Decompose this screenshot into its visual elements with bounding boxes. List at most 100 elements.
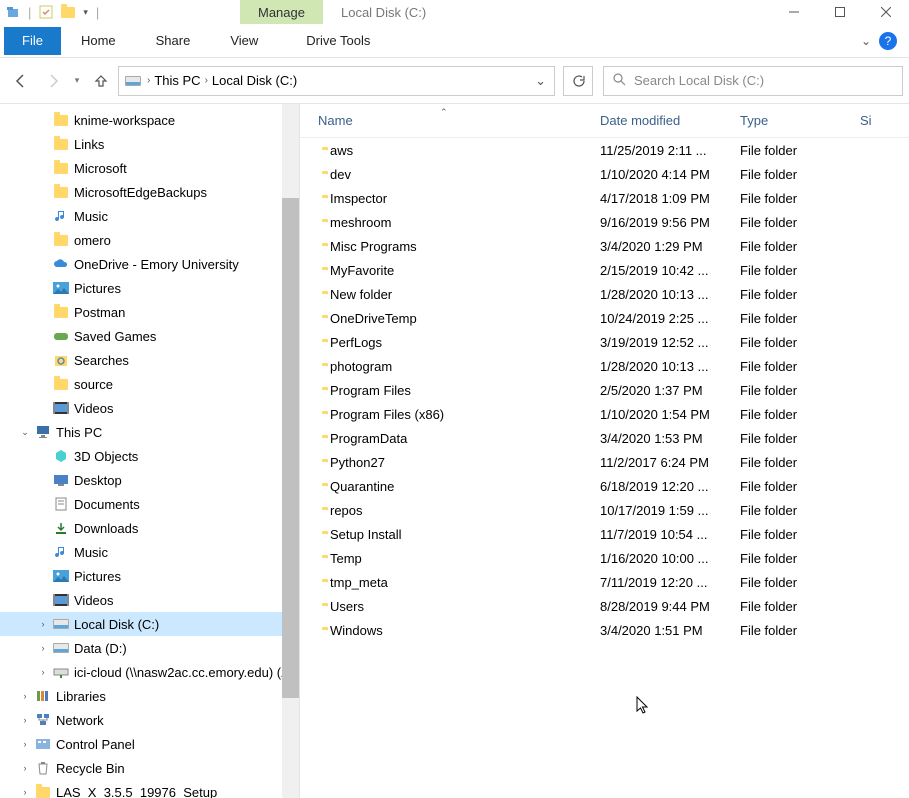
file-row[interactable]: Users8/28/2019 9:44 PMFile folder — [300, 594, 909, 618]
folder-icon[interactable] — [61, 5, 75, 19]
tree-node[interactable]: ›LAS_X_3.5.5_19976_Setup — [0, 780, 299, 798]
tree-node[interactable]: source — [0, 372, 299, 396]
address-dropdown-icon[interactable]: ⌄ — [531, 73, 550, 89]
tree-node[interactable]: Links — [0, 132, 299, 156]
file-type: File folder — [740, 503, 860, 518]
col-header-date[interactable]: Date modified — [600, 113, 740, 128]
file-row[interactable]: Program Files2/5/2020 1:37 PMFile folder — [300, 378, 909, 402]
file-date: 8/28/2019 9:44 PM — [600, 599, 740, 614]
recent-dropdown[interactable]: ▾ — [70, 66, 84, 96]
tree-node[interactable]: Pictures — [0, 276, 299, 300]
expand-icon[interactable]: › — [38, 667, 48, 677]
file-tab[interactable]: File — [4, 27, 61, 55]
tree-node[interactable]: knime-workspace — [0, 108, 299, 132]
file-type: File folder — [740, 335, 860, 350]
tree-node[interactable]: Videos — [0, 396, 299, 420]
tree-node[interactable]: ›Libraries — [0, 684, 299, 708]
tree-node[interactable]: Music — [0, 204, 299, 228]
drive-tools-tab[interactable]: Drive Tools — [294, 33, 382, 48]
file-row[interactable]: OneDriveTemp10/24/2019 2:25 ...File fold… — [300, 306, 909, 330]
expand-icon[interactable]: › — [20, 763, 30, 773]
crumb-this-pc[interactable]: This PC — [150, 73, 204, 88]
expand-icon[interactable]: ⌄ — [20, 427, 30, 438]
file-row[interactable]: aws11/25/2019 2:11 ...File folder — [300, 138, 909, 162]
file-row[interactable]: Program Files (x86)1/10/2020 1:54 PMFile… — [300, 402, 909, 426]
expand-icon[interactable]: › — [20, 691, 30, 701]
tree-node[interactable]: Microsoft — [0, 156, 299, 180]
forward-button[interactable] — [38, 66, 68, 96]
tree-node[interactable]: Downloads — [0, 516, 299, 540]
properties-icon[interactable] — [39, 5, 53, 19]
tree-node[interactable]: ›Control Panel — [0, 732, 299, 756]
tree-scrollbar[interactable] — [282, 104, 299, 798]
qat-dropdown-icon[interactable]: ▾ — [83, 7, 88, 18]
view-tab[interactable]: View — [210, 27, 278, 55]
tree-node[interactable]: Music — [0, 540, 299, 564]
file-row[interactable]: Setup Install11/7/2019 10:54 ...File fol… — [300, 522, 909, 546]
chevron-down-icon[interactable]: ⌄ — [861, 34, 871, 48]
file-type: File folder — [740, 167, 860, 182]
file-row[interactable]: photogram1/28/2020 10:13 ...File folder — [300, 354, 909, 378]
tree-node[interactable]: 3D Objects — [0, 444, 299, 468]
file-row[interactable]: Imspector4/17/2018 1:09 PMFile folder — [300, 186, 909, 210]
file-row[interactable]: Quarantine6/18/2019 12:20 ...File folder — [300, 474, 909, 498]
tree-node[interactable]: Postman — [0, 300, 299, 324]
file-row[interactable]: ProgramData3/4/2020 1:53 PMFile folder — [300, 426, 909, 450]
file-row[interactable]: Windows3/4/2020 1:51 PMFile folder — [300, 618, 909, 642]
home-tab[interactable]: Home — [61, 27, 136, 55]
tree-node[interactable]: › Data (D:) — [0, 636, 299, 660]
close-button[interactable] — [863, 0, 909, 24]
tree-node[interactable]: ›ici-cloud (\\nasw2ac.cc.emory.edu) (Z — [0, 660, 299, 684]
help-icon[interactable]: ? — [879, 32, 897, 50]
col-header-name[interactable]: Name⌃ — [300, 113, 600, 128]
refresh-button[interactable] — [563, 66, 593, 96]
share-tab[interactable]: Share — [136, 27, 211, 55]
expand-icon[interactable]: › — [20, 715, 30, 725]
expand-icon[interactable]: › — [38, 643, 48, 653]
tree-node[interactable]: ›Network — [0, 708, 299, 732]
file-row[interactable]: Python2711/2/2017 6:24 PMFile folder — [300, 450, 909, 474]
file-name: tmp_meta — [330, 575, 388, 590]
back-button[interactable] — [6, 66, 36, 96]
file-row[interactable]: repos10/17/2019 1:59 ...File folder — [300, 498, 909, 522]
search-input[interactable]: Search Local Disk (C:) — [603, 66, 903, 96]
tree-node[interactable]: Videos — [0, 588, 299, 612]
crumb-local-disk[interactable]: Local Disk (C:) — [208, 73, 301, 88]
file-row[interactable]: New folder1/28/2020 10:13 ...File folder — [300, 282, 909, 306]
expand-icon[interactable]: › — [20, 739, 30, 749]
expand-icon[interactable]: › — [38, 619, 48, 629]
scrollbar-thumb[interactable] — [282, 198, 299, 698]
tree-node[interactable]: ›Recycle Bin — [0, 756, 299, 780]
file-row[interactable]: Misc Programs3/4/2020 1:29 PMFile folder — [300, 234, 909, 258]
file-row[interactable]: PerfLogs3/19/2019 12:52 ...File folder — [300, 330, 909, 354]
file-row[interactable]: MyFavorite2/15/2019 10:42 ...File folder — [300, 258, 909, 282]
tree-node[interactable]: Documents — [0, 492, 299, 516]
file-date: 2/5/2020 1:37 PM — [600, 383, 740, 398]
col-header-type[interactable]: Type — [740, 113, 860, 128]
file-row[interactable]: Temp1/16/2020 10:00 ...File folder — [300, 546, 909, 570]
tree-node[interactable]: ⌄This PC — [0, 420, 299, 444]
file-row[interactable]: tmp_meta7/11/2019 12:20 ...File folder — [300, 570, 909, 594]
file-type: File folder — [740, 479, 860, 494]
tree-node[interactable]: OneDrive - Emory University — [0, 252, 299, 276]
col-header-size[interactable]: Si — [860, 113, 900, 128]
manage-tab[interactable]: Manage — [240, 0, 323, 24]
tree-node[interactable]: Pictures — [0, 564, 299, 588]
maximize-button[interactable] — [817, 0, 863, 24]
nav-tree[interactable]: knime-workspaceLinksMicrosoftMicrosoftEd… — [0, 104, 300, 798]
up-button[interactable] — [86, 66, 116, 96]
file-name: repos — [330, 503, 363, 518]
tree-node[interactable]: Saved Games — [0, 324, 299, 348]
file-row[interactable]: dev1/10/2020 4:14 PMFile folder — [300, 162, 909, 186]
minimize-button[interactable] — [771, 0, 817, 24]
file-list[interactable]: Name⌃ Date modified Type Si aws11/25/201… — [300, 104, 909, 798]
tree-node[interactable]: omero — [0, 228, 299, 252]
expand-icon[interactable]: › — [20, 787, 30, 797]
tree-node[interactable]: ›Local Disk (C:) — [0, 612, 299, 636]
address-bar[interactable]: › This PC › Local Disk (C:) ⌄ — [118, 66, 555, 96]
tree-node-label: Data (D:) — [74, 641, 127, 656]
tree-node[interactable]: Desktop — [0, 468, 299, 492]
tree-node[interactable]: MicrosoftEdgeBackups — [0, 180, 299, 204]
tree-node[interactable]: Searches — [0, 348, 299, 372]
file-row[interactable]: meshroom9/16/2019 9:56 PMFile folder — [300, 210, 909, 234]
